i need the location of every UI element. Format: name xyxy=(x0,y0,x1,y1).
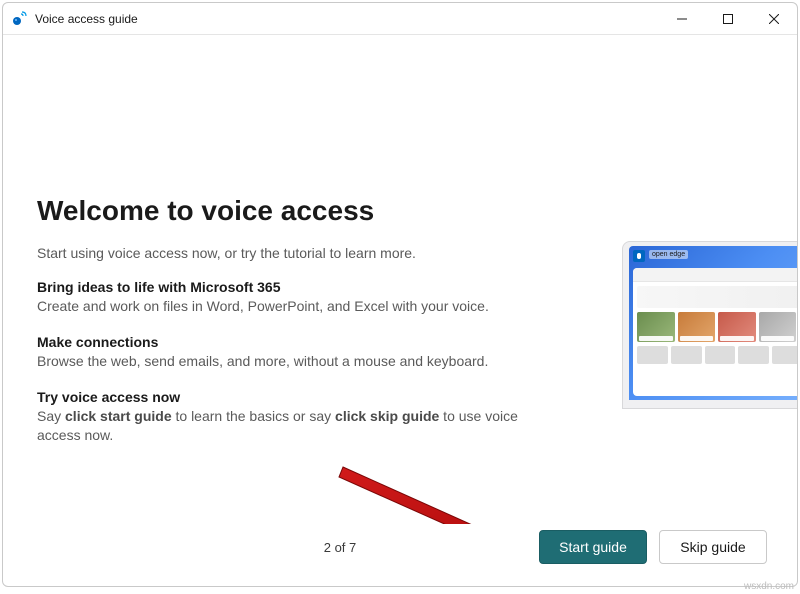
page-indicator: 2 of 7 xyxy=(153,540,527,555)
browser-mock: Poodle xyxy=(633,268,797,396)
page-heading: Welcome to voice access xyxy=(37,195,763,227)
footer: 2 of 7 Start guide Skip guide xyxy=(3,524,797,586)
annotation-arrow-icon xyxy=(333,455,573,524)
minimize-button[interactable] xyxy=(659,3,705,35)
text-bold: click skip guide xyxy=(335,408,439,424)
laptop-graphic: open edge Poodle xyxy=(622,241,797,409)
section-title: Bring ideas to life with Microsoft 365 xyxy=(37,279,557,295)
section-connections: Make connections Browse the web, send em… xyxy=(37,334,557,371)
text-bold: click start guide xyxy=(65,408,172,424)
skip-guide-button[interactable]: Skip guide xyxy=(659,530,767,564)
window-title: Voice access guide xyxy=(35,12,138,26)
section-microsoft365: Bring ideas to life with Microsoft 365 C… xyxy=(37,279,557,316)
titlebar: Voice access guide xyxy=(3,3,797,35)
section-title: Try voice access now xyxy=(37,389,557,405)
section-try-now: Try voice access now Say click start gui… xyxy=(37,389,557,445)
app-window: Voice access guide Welcome to voice acce… xyxy=(2,2,798,587)
mic-icon xyxy=(633,250,645,262)
edge-command-label: open edge xyxy=(649,250,688,259)
close-button[interactable] xyxy=(751,3,797,35)
start-guide-button[interactable]: Start guide xyxy=(539,530,647,564)
section-body: Browse the web, send emails, and more, w… xyxy=(37,352,557,371)
text-fragment: to learn the basics or say xyxy=(172,408,335,424)
content-area: Welcome to voice access Start using voic… xyxy=(3,35,797,524)
text-fragment: Say xyxy=(37,408,65,424)
maximize-button[interactable] xyxy=(705,3,751,35)
tutorial-illustration: open edge Poodle xyxy=(622,241,797,417)
voice-access-icon xyxy=(11,11,27,27)
section-body: Create and work on files in Word, PowerP… xyxy=(37,297,557,316)
watermark: wsxdn.com xyxy=(744,581,794,592)
section-title: Make connections xyxy=(37,334,557,350)
section-body: Say click start guide to learn the basic… xyxy=(37,407,557,445)
